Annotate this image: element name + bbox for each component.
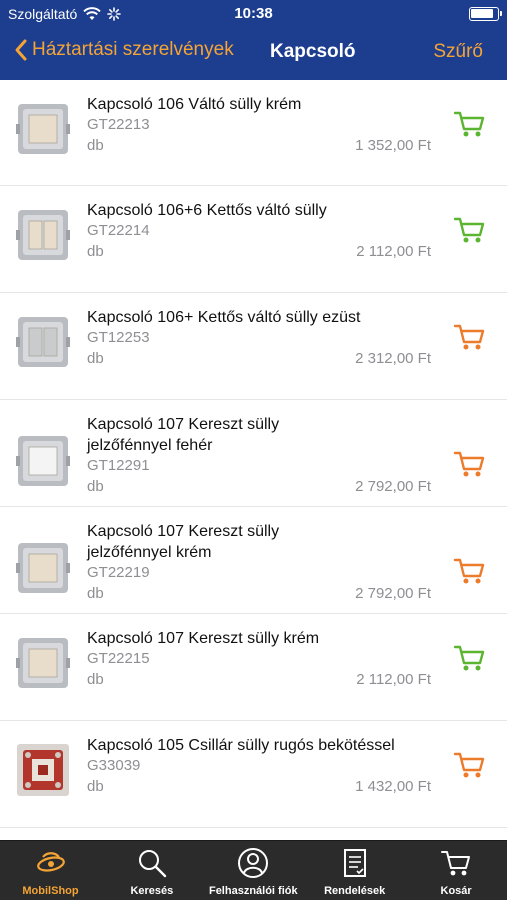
- cart-icon: [440, 847, 472, 879]
- product-name: Kapcsoló 106 Váltó sülly krém: [87, 96, 302, 113]
- tab-mobilshop-logo[interactable]: MobilShop: [0, 841, 101, 900]
- product-image: [16, 636, 70, 690]
- product-price: 2 112,00 Ft: [356, 243, 431, 260]
- product-code: GT12253: [87, 329, 150, 346]
- header: Szolgáltató 10:38 Háztartási szerelvénye…: [0, 0, 507, 80]
- tab-label: MobilShop: [22, 885, 79, 897]
- tab-search[interactable]: Keresés: [101, 841, 202, 900]
- product-code: GT12291: [87, 457, 150, 474]
- product-price: 2 312,00 Ft: [355, 350, 431, 367]
- add-to-cart-icon[interactable]: [453, 320, 487, 354]
- battery-icon: [469, 7, 502, 21]
- tab-user[interactable]: Felhasználói fiók: [203, 841, 304, 900]
- tab-cart[interactable]: Kosár: [406, 841, 507, 900]
- product-row[interactable]: Kapcsoló 107 Kereszt sülly krém GT22215 db…: [0, 614, 507, 721]
- product-image: [16, 743, 70, 797]
- add-to-cart-icon[interactable]: [453, 213, 487, 247]
- product-price: 2 112,00 Ft: [356, 671, 431, 688]
- product-image: [16, 434, 70, 488]
- product-price: 1 432,00 Ft: [355, 778, 431, 795]
- product-row[interactable]: Kapcsoló 106 Váltó sülly krém GT22213 db 1 …: [0, 80, 507, 186]
- tab-bar: MobilShop Keresés Felhasználói fiók Rendelé…: [0, 840, 507, 900]
- tab-label: Kosár: [440, 885, 472, 897]
- add-to-cart-icon[interactable]: [453, 107, 487, 141]
- clock: 10:38: [234, 5, 273, 22]
- mobilshop-logo-icon: [35, 847, 67, 879]
- product-code: G33039: [87, 757, 141, 774]
- product-row[interactable]: Kapcsoló 106+6 Kettős váltó sülly GT22214…: [0, 186, 507, 293]
- page-title: Kapcsoló: [270, 41, 356, 62]
- product-image: [16, 102, 70, 156]
- add-to-cart-icon[interactable]: [453, 748, 487, 782]
- product-code: GT22215: [87, 650, 150, 667]
- tab-label: Rendelések: [324, 885, 386, 897]
- product-price: 2 792,00 Ft: [355, 478, 431, 495]
- product-unit: db: [87, 671, 104, 688]
- navigation-bar: Háztartási szerelvények Kapcsoló Szűrő: [0, 30, 507, 76]
- add-to-cart-icon[interactable]: [453, 554, 487, 588]
- product-name: Kapcsoló 106+ Kettős váltó sülly ezüst: [87, 309, 361, 326]
- back-button[interactable]: Háztartási szerelvények: [14, 38, 234, 62]
- chevron-left-icon: [15, 39, 27, 61]
- product-code: GT22219: [87, 564, 150, 581]
- product-name: Kapcsoló 106+6 Kettős váltó sülly: [87, 202, 327, 219]
- product-unit: db: [87, 778, 104, 795]
- add-to-cart-icon[interactable]: [453, 447, 487, 481]
- product-code: GT22213: [87, 116, 150, 133]
- status-bar: Szolgáltató 10:38: [0, 0, 507, 28]
- product-unit: db: [87, 243, 104, 260]
- product-price: 2 792,00 Ft: [355, 585, 431, 602]
- product-image: [16, 315, 70, 369]
- product-unit: db: [87, 478, 104, 495]
- product-image: [16, 541, 70, 595]
- product-name: Kapcsoló 107 Kereszt sülly jelzőfénnyel …: [87, 416, 280, 454]
- product-unit: db: [87, 350, 104, 367]
- product-unit: db: [87, 585, 104, 602]
- orders-icon: [339, 847, 371, 879]
- product-row[interactable]: Kapcsoló 105 Csillár sülly rugós bekötés…: [0, 721, 507, 828]
- tab-label: Felhasználói fiók: [208, 885, 298, 897]
- tab-label: Keresés: [130, 885, 174, 897]
- product-row[interactable]: Kapcsoló 107 Kereszt sülly jelzőfénnyel …: [0, 400, 507, 507]
- product-price: 1 352,00 Ft: [355, 137, 431, 154]
- product-image: [16, 208, 70, 262]
- back-button-label: Háztartási szerelvények: [32, 39, 234, 60]
- search-icon: [136, 847, 168, 879]
- product-name: Kapcsoló 105 Csillár sülly rugós bekötés…: [87, 737, 395, 754]
- product-row[interactable]: Kapcsoló 106+ Kettős váltó sülly ezüst GT…: [0, 293, 507, 400]
- tab-orders[interactable]: Rendelések: [304, 841, 405, 900]
- add-to-cart-icon[interactable]: [453, 641, 487, 675]
- product-name: Kapcsoló 107 Kereszt sülly krém: [87, 630, 320, 647]
- product-name: Kapcsoló 107 Kereszt sülly jelzőfénnyel …: [87, 523, 280, 561]
- product-unit: db: [87, 137, 104, 154]
- user-icon: [237, 847, 269, 879]
- product-list: Kapcsoló 106 Váltó sülly krém GT22213 db 1 …: [0, 80, 507, 840]
- product-row[interactable]: Kapcsoló 107 Kereszt sülly jelzőfénnyel …: [0, 507, 507, 614]
- product-code: GT22214: [87, 222, 150, 239]
- filter-button[interactable]: Szűrő: [433, 41, 483, 63]
